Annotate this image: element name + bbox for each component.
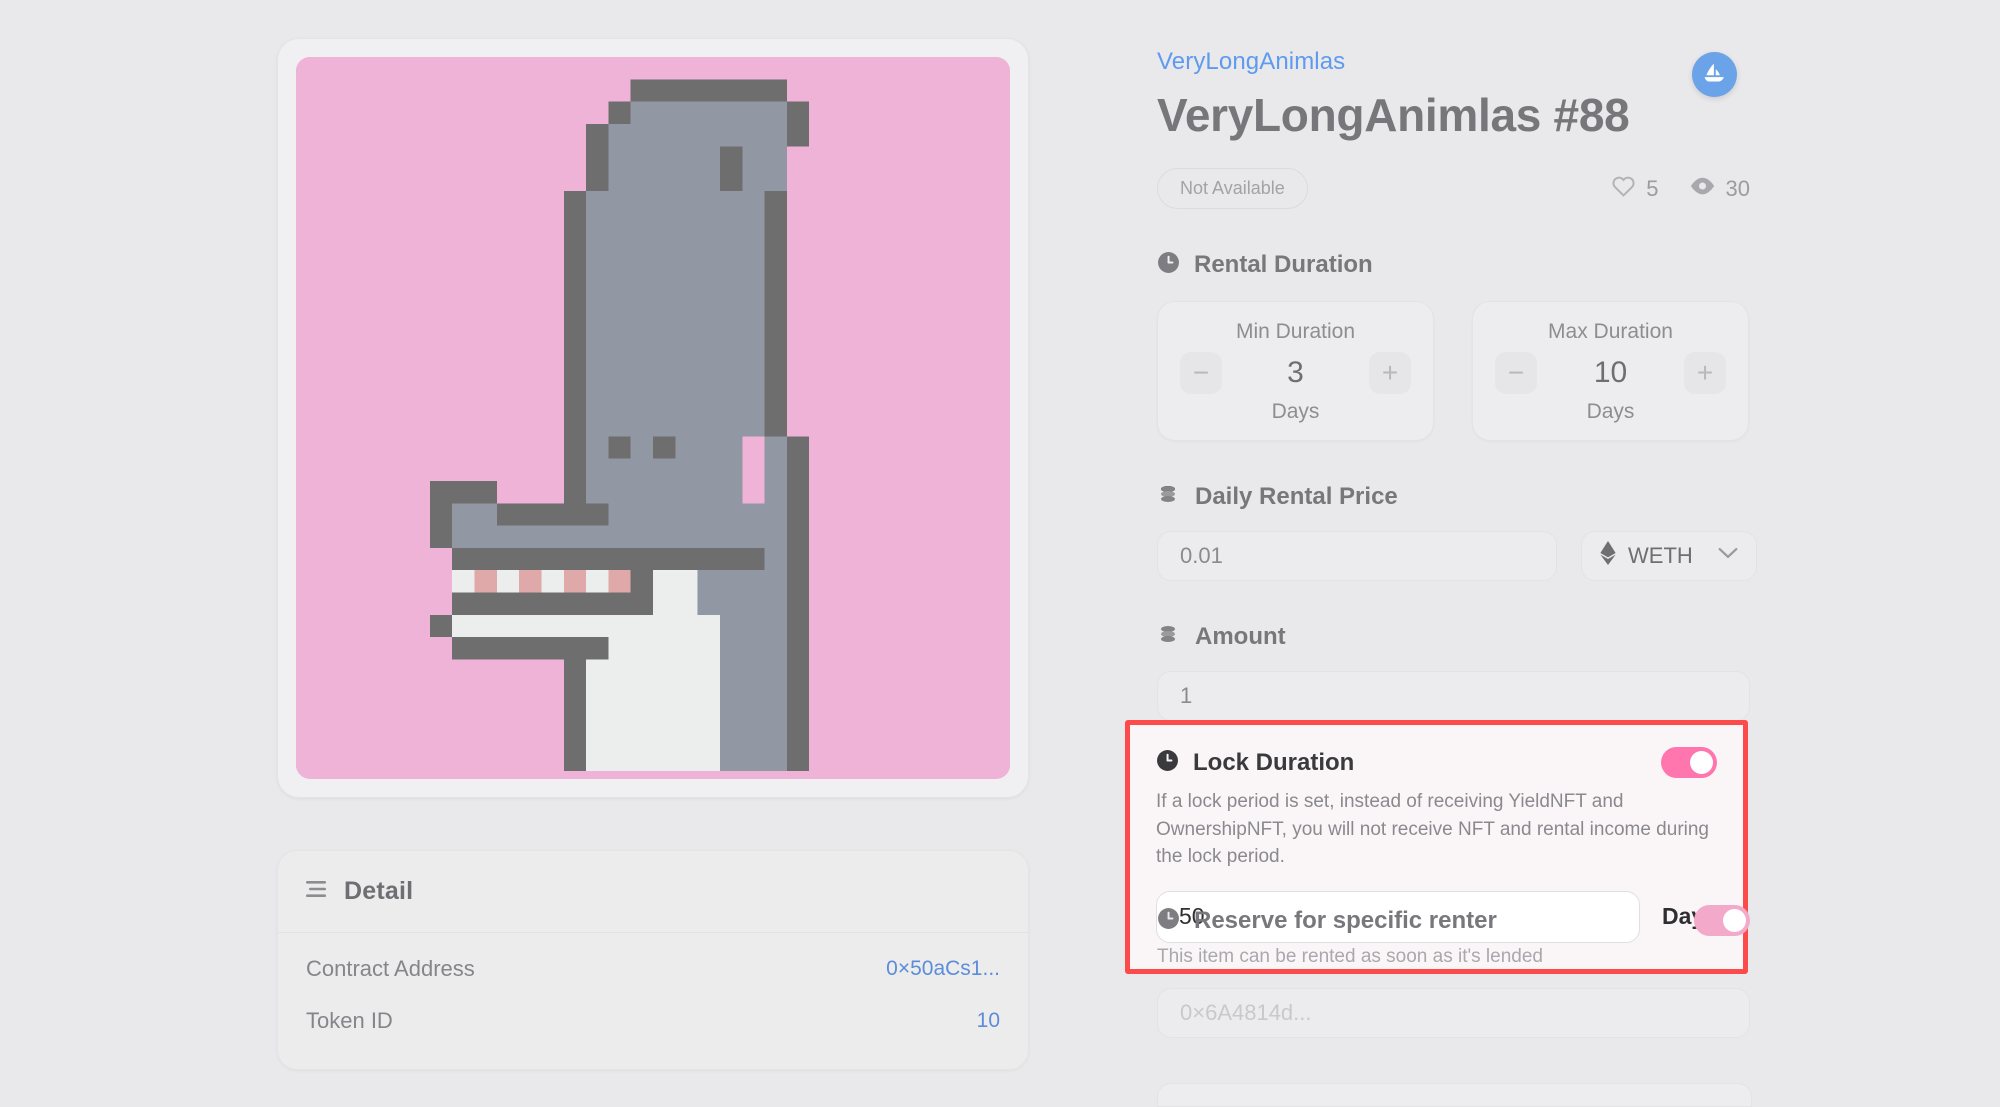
currency-select[interactable]: WETH [1581, 531, 1757, 581]
coins-icon [1157, 624, 1181, 651]
table-row: Token ID 10 [306, 995, 1000, 1047]
amount-input[interactable]: 1 [1157, 671, 1750, 721]
table-row: Contract Address 0×50aCs1... [306, 943, 1000, 995]
detail-header: Detail [278, 851, 1028, 933]
lock-duration-description: If a lock period is set, instead of rece… [1156, 791, 1709, 868]
min-duration-increment[interactable]: + [1369, 352, 1411, 394]
reserve-description: This item can be rented as soon as it's … [1157, 946, 1543, 967]
views-count: 30 [1725, 175, 1750, 201]
max-duration-value: 10 [1593, 356, 1628, 389]
amount-label: Amount [1195, 623, 1286, 650]
min-duration-value: 3 [1287, 356, 1304, 389]
min-duration-caption: Min Duration [1235, 320, 1356, 343]
daily-rental-price-header: Daily Rental Price [1157, 483, 1757, 511]
detail-card: Detail Contract Address 0×50aCs1... Toke… [277, 850, 1029, 1070]
nft-media-card [277, 38, 1029, 798]
rental-duration-header: Rental Duration [1157, 251, 1757, 279]
nft-lending-page: Detail Contract Address 0×50aCs1... Toke… [0, 0, 2000, 1107]
toggle-knob [1723, 909, 1746, 932]
right-column: VeryLongAnimlas VeryLongAnimlas #88 Not … [1157, 48, 1757, 721]
daily-rental-price-label: Daily Rental Price [1195, 483, 1398, 510]
reserve-header: Reserve for specific renter [1157, 905, 1750, 936]
price-row: 0.01 WETH [1157, 531, 1757, 581]
lines-icon [306, 880, 330, 903]
heart-icon [1611, 174, 1636, 203]
amount-header: Amount [1157, 623, 1757, 651]
price-input[interactable]: 0.01 [1157, 531, 1557, 581]
views-stat: 30 [1689, 176, 1750, 202]
clock-icon [1157, 251, 1180, 279]
lock-duration-label: Lock Duration [1193, 748, 1355, 776]
next-section-peek [1157, 1083, 1752, 1107]
status-row: Not Available 5 30 [1157, 168, 1750, 209]
likes-stat[interactable]: 5 [1611, 174, 1659, 203]
ethereum-icon [1600, 541, 1616, 571]
max-duration-caption: Max Duration [1548, 320, 1673, 343]
pixel-art-animal [296, 57, 1010, 771]
page-title: VeryLongAnimlas #88 [1157, 89, 1630, 141]
coins-icon [1157, 484, 1181, 511]
min-duration-decrement[interactable]: − [1180, 352, 1222, 394]
detail-rows: Contract Address 0×50aCs1... Token ID 10 [278, 933, 1028, 1069]
stats-group: 5 30 [1611, 174, 1750, 203]
lock-duration-header: Lock Duration [1156, 747, 1717, 778]
clock-icon [1156, 749, 1179, 777]
chevron-down-icon [1718, 547, 1738, 565]
collection-link[interactable]: VeryLongAnimlas [1157, 48, 1757, 76]
currency-value: WETH [1628, 543, 1693, 568]
sailboat-icon [1701, 59, 1728, 91]
token-id-link[interactable]: 10 [977, 1009, 1000, 1033]
left-column: Detail Contract Address 0×50aCs1... Toke… [277, 38, 1029, 1070]
min-duration-unit: Days [1271, 400, 1320, 423]
eye-icon [1689, 176, 1716, 202]
max-duration-stepper: Max Duration − 10 + Days [1472, 301, 1749, 441]
opensea-link[interactable] [1692, 52, 1737, 97]
rental-duration-label: Rental Duration [1194, 251, 1373, 278]
min-duration-stepper: Min Duration − 3 + Days [1157, 301, 1434, 441]
max-duration-unit: Days [1586, 400, 1635, 423]
renter-address-input[interactable]: 0×6A4814d... [1157, 988, 1750, 1038]
likes-count: 5 [1646, 175, 1659, 201]
max-duration-increment[interactable]: + [1684, 352, 1726, 394]
lock-duration-toggle[interactable] [1661, 747, 1717, 778]
reserve-label: Reserve for specific renter [1194, 906, 1497, 934]
detail-title: Detail [344, 877, 414, 905]
duration-steppers: Min Duration − 3 + Days Max Duration − 1… [1157, 301, 1757, 441]
toggle-knob [1690, 751, 1713, 774]
clock-icon [1157, 907, 1180, 935]
nft-artwork [296, 57, 1010, 779]
detail-key: Contract Address [306, 956, 475, 981]
max-duration-decrement[interactable]: − [1495, 352, 1537, 394]
contract-address-link[interactable]: 0×50aCs1... [886, 957, 1000, 981]
reserve-section: Reserve for specific renter This item ca… [1157, 905, 1750, 1038]
detail-key: Token ID [306, 1008, 393, 1033]
reserve-toggle[interactable] [1694, 905, 1750, 936]
status-badge: Not Available [1157, 168, 1308, 209]
